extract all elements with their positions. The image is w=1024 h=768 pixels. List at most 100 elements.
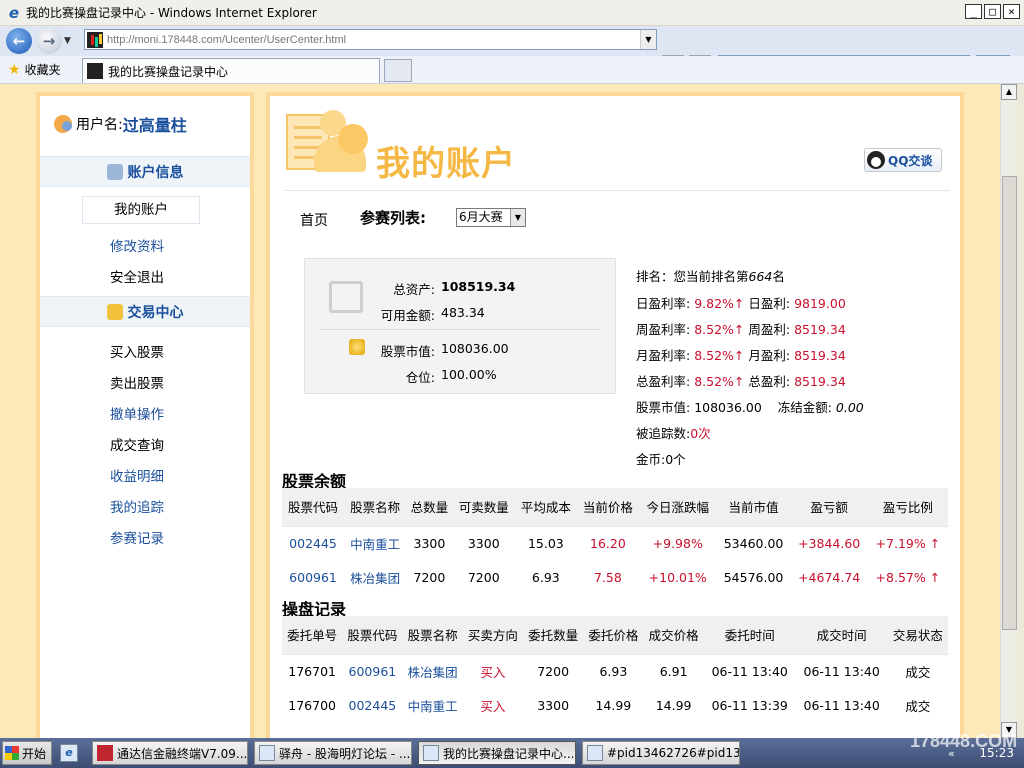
- monthly-profit: 8519.34: [794, 348, 846, 363]
- tab-title: 我的比赛操盘记录中心: [108, 64, 229, 79]
- maximize-button[interactable]: □: [984, 4, 1001, 19]
- address-dropdown-button[interactable]: ▼: [640, 30, 656, 49]
- site-favicon-icon: [87, 31, 103, 48]
- start-button[interactable]: 开始: [2, 741, 52, 765]
- frozen-value: 0.00: [835, 400, 864, 415]
- window-title: 我的比赛操盘记录中心 - Windows Internet Explorer: [26, 6, 317, 20]
- ie-window-icon: [423, 745, 439, 761]
- table-cell: 买入: [480, 664, 506, 680]
- taskbar: 开始 e 通达信金融终端V7.09... 驿舟 - 股海明灯论坛 - ... 我…: [0, 731, 1024, 768]
- new-tab-button[interactable]: [384, 59, 412, 82]
- table-cell[interactable]: 中南重工: [403, 688, 463, 722]
- taskbar-item-contest[interactable]: 我的比赛操盘记录中心...: [418, 741, 576, 765]
- user-info: 用户名: 过高量柱: [54, 112, 187, 136]
- close-button[interactable]: ×: [1003, 4, 1020, 19]
- column-header: 盈亏额: [790, 488, 868, 527]
- menu-logout[interactable]: 安全退出: [110, 266, 164, 286]
- scroll-thumb[interactable]: [1002, 176, 1017, 630]
- holdings-table: 股票代码 股票名称 总数量 可卖数量 平均成本 当前价格 今日涨跌幅 当前市值 盈亏额 盈亏比例 …: [282, 488, 948, 594]
- window-title-bar: e 我的比赛操盘记录中心 - Windows Internet Explorer…: [0, 0, 1024, 26]
- username-label: 用户名:: [76, 117, 123, 133]
- column-header: 股票名称: [402, 616, 463, 655]
- column-header: 今日涨跌幅: [638, 488, 717, 527]
- ie-logo-icon: e: [8, 3, 20, 22]
- table-cell: 14.99: [655, 697, 692, 713]
- table-cell: 06-11 13:40: [711, 663, 788, 679]
- menu-buy-stock[interactable]: 买入股票: [110, 341, 164, 361]
- column-header: 委托价格: [583, 616, 644, 655]
- menu-contest-records[interactable]: 参赛记录: [110, 527, 164, 547]
- table-cell: 176700: [288, 697, 336, 713]
- column-header: 可卖数量: [452, 488, 515, 527]
- address-field[interactable]: ▼: [84, 29, 657, 50]
- table-cell[interactable]: 002445: [282, 526, 344, 560]
- table-cell: 176701: [288, 663, 336, 679]
- table-cell: +4674.74: [798, 569, 861, 585]
- qq-chat-button[interactable]: QQ交谈: [864, 148, 942, 172]
- table-cell[interactable]: 002445: [342, 688, 402, 722]
- column-header: 股票代码: [342, 616, 403, 655]
- ie-quicklaunch-icon[interactable]: e: [60, 744, 78, 762]
- coins-line: 金币:0个: [636, 452, 686, 467]
- window-controls: _ □ ×: [965, 4, 1020, 19]
- page-title: 我的账户: [376, 144, 516, 184]
- menu-profit-detail[interactable]: 收益明细: [110, 465, 164, 485]
- table-cell: 6.93: [531, 569, 560, 585]
- taskbar-item-forum[interactable]: 驿舟 - 股海明灯论坛 - ...: [254, 741, 412, 765]
- column-header: 当前价格: [576, 488, 639, 527]
- menu-cancel-order[interactable]: 撤单操作: [110, 403, 164, 423]
- scroll-up-button[interactable]: ▲: [1001, 84, 1017, 100]
- forward-button[interactable]: →: [36, 28, 62, 54]
- home-link[interactable]: 首页: [300, 210, 328, 230]
- daily-profit: 9819.00: [794, 296, 846, 311]
- menu-edit-profile[interactable]: 修改资料: [110, 235, 164, 255]
- column-header: 委托时间: [703, 616, 796, 655]
- monthly-rate: 8.52%↑: [694, 348, 745, 363]
- column-header: 委托数量: [523, 616, 584, 655]
- table-cell[interactable]: 株冶集团: [344, 560, 406, 594]
- taskbar-item-tdx[interactable]: 通达信金融终端V7.09...: [92, 741, 248, 765]
- column-header: 总数量: [406, 488, 453, 527]
- stock-value-line: 股票市值: 108036.00 冻结金额: 0.00: [636, 400, 864, 415]
- table-cell[interactable]: 中南重工: [344, 526, 406, 560]
- user-avatar-icon: [54, 115, 72, 133]
- table-cell: 06-11 13:40: [803, 663, 880, 679]
- column-header: 股票名称: [344, 488, 407, 527]
- available-funds-label: 可用金额:: [380, 308, 435, 323]
- recent-pages-dropdown[interactable]: ▼: [64, 36, 76, 46]
- taskbar-item-pid[interactable]: #pid13462726#pid13...: [582, 741, 740, 765]
- menu-sell-stock[interactable]: 卖出股票: [110, 372, 164, 392]
- column-header: 买卖方向: [462, 616, 523, 655]
- column-header: 股票代码: [282, 488, 345, 527]
- start-label: 开始: [22, 746, 47, 761]
- url-input[interactable]: [107, 33, 627, 46]
- table-cell[interactable]: 600961: [282, 560, 344, 594]
- contest-select[interactable]: 6月大赛 ▼: [456, 208, 526, 227]
- table-cell: 06-11 13:40: [803, 697, 880, 713]
- username: 过高量柱: [122, 116, 187, 135]
- vertical-scrollbar[interactable]: ▲ ▼: [1000, 84, 1017, 738]
- back-button[interactable]: ←: [6, 28, 32, 54]
- table-cell[interactable]: 600961: [342, 654, 402, 688]
- browser-tab-active[interactable]: 我的比赛操盘记录中心: [82, 58, 380, 83]
- menu-my-tracking[interactable]: 我的追踪: [110, 496, 164, 516]
- favorites-label[interactable]: 收藏夹: [25, 61, 61, 78]
- menu-trade-query[interactable]: 成交查询: [110, 434, 164, 454]
- table-cell: 成交: [905, 698, 931, 714]
- table-cell[interactable]: 株冶集团: [403, 654, 463, 688]
- account-section-title: 账户信息: [127, 164, 184, 181]
- table-cell: 3300: [537, 697, 570, 713]
- tray-expand-icon[interactable]: «: [948, 747, 955, 760]
- qq-penguin-icon: [867, 151, 885, 169]
- available-funds-value: 483.34: [441, 305, 485, 320]
- favorites-star-icon[interactable]: ★: [8, 62, 21, 78]
- minimize-button[interactable]: _: [965, 4, 982, 19]
- menu-my-account[interactable]: 我的账户: [82, 196, 200, 224]
- main-panel: 我的账户 QQ交谈 首页 参赛列表: 6月大赛 ▼ 总资产: 108519.34…: [266, 92, 964, 738]
- table-cell: 15.03: [527, 535, 564, 551]
- left-sidebar: 用户名: 过高量柱 账户信息 我的账户 修改资料 安全退出 交易中心 买入股票 …: [36, 92, 254, 738]
- table-cell: +8.57% ↑: [875, 569, 941, 585]
- table-cell: 3300: [413, 535, 446, 551]
- total-profit: 8519.34: [794, 374, 846, 389]
- table-row: 176700 002445 中南重工 买入 3300 14.99 14.99 06-11 13…: [282, 688, 948, 722]
